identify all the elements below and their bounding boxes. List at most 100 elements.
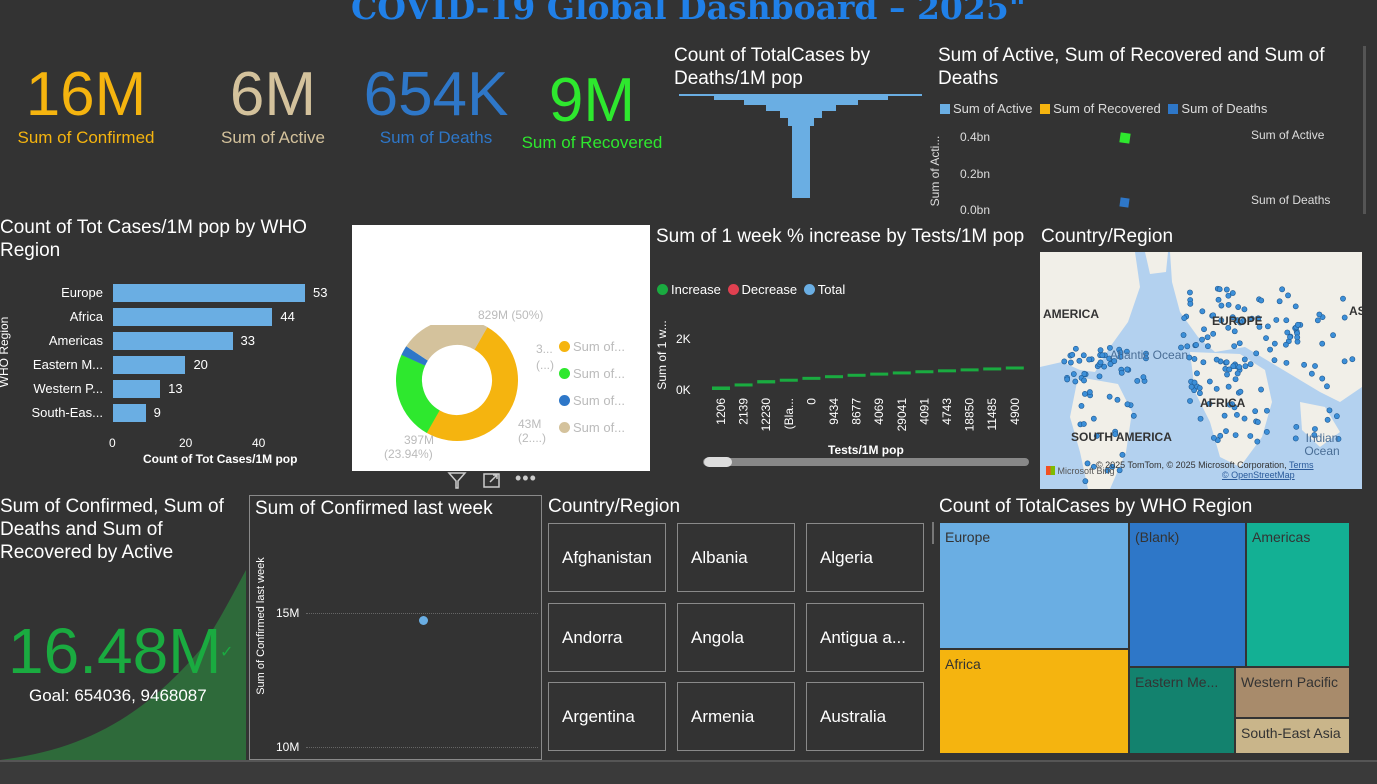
donut-legend[interactable]: Sum of... Sum of... Sum of... Sum of... — [559, 333, 625, 441]
focus-mode-icon[interactable] — [482, 471, 502, 489]
map-bubble[interactable] — [1221, 412, 1228, 419]
map-bubble[interactable] — [1236, 340, 1243, 347]
map-bubble[interactable] — [1236, 364, 1243, 370]
map-bubble[interactable] — [1218, 302, 1225, 309]
map-bubble[interactable] — [1082, 390, 1088, 397]
map-bubble[interactable] — [1234, 411, 1240, 418]
waterfall-bar[interactable] — [712, 386, 730, 390]
map-bubble[interactable] — [1072, 345, 1079, 352]
map-bubble[interactable] — [1199, 308, 1206, 315]
donut-legend-item[interactable]: Sum of... — [559, 387, 625, 414]
map-bubble[interactable] — [1114, 396, 1121, 403]
map-bubble[interactable] — [1211, 435, 1217, 441]
map-bubble[interactable] — [1263, 335, 1269, 342]
bar[interactable] — [113, 380, 161, 398]
map-bubble[interactable] — [1231, 328, 1238, 335]
map-bubble[interactable] — [1124, 366, 1131, 373]
waterfall-bar[interactable] — [734, 383, 753, 387]
line-card[interactable]: Sum of Confirmed last week Sum of Confir… — [249, 495, 542, 760]
map-bubble[interactable] — [1271, 357, 1278, 364]
map-bubble[interactable] — [1341, 314, 1348, 321]
map-bubble[interactable] — [1061, 358, 1068, 365]
map-bubble[interactable] — [1326, 407, 1333, 414]
line-card-point[interactable] — [419, 616, 428, 625]
map-bubble[interactable] — [1072, 378, 1079, 385]
map-bubble[interactable] — [1231, 343, 1238, 350]
map-terms-link[interactable]: Terms — [1289, 460, 1314, 470]
scatter-top-legend[interactable]: Sum of Active Sum of Recovered Sum of De… — [940, 101, 1267, 116]
map-bubble[interactable] — [1292, 435, 1299, 442]
map-bubble[interactable] — [1080, 352, 1087, 359]
map-bubble[interactable] — [1271, 340, 1278, 347]
map-bubble[interactable] — [1097, 347, 1104, 354]
waterfall-legend[interactable]: Increase Decrease Total — [657, 282, 845, 297]
map-bubble[interactable] — [1283, 317, 1290, 324]
map-bubble[interactable] — [1124, 401, 1131, 408]
map-bubble[interactable] — [1279, 286, 1286, 293]
map-bubble[interactable] — [1254, 419, 1261, 425]
map-bubble[interactable] — [1119, 451, 1126, 458]
map-bubble[interactable] — [1287, 334, 1293, 340]
treemap-cell-eastern-med[interactable]: Eastern Me... — [1129, 667, 1235, 754]
slicer-item[interactable]: Argentina — [548, 682, 666, 751]
map-bubble[interactable] — [1106, 393, 1113, 400]
treemap-cell-europe[interactable]: Europe — [939, 522, 1129, 649]
bar[interactable] — [113, 308, 273, 326]
page-scrollbar[interactable] — [0, 760, 1377, 784]
slicer-item[interactable]: Australia — [806, 682, 924, 751]
map-bubble[interactable] — [1267, 346, 1273, 353]
treemap-cell-western-pacific[interactable]: Western Pacific — [1235, 667, 1350, 718]
waterfall-bar[interactable] — [870, 372, 889, 376]
map-bubble[interactable] — [1223, 428, 1229, 435]
map-bubble[interactable] — [1223, 359, 1230, 366]
map-bubble[interactable] — [1130, 412, 1137, 419]
slicer-item[interactable]: Andorra — [548, 603, 666, 672]
map-bubble[interactable] — [1232, 432, 1239, 438]
map-bubble[interactable] — [1316, 311, 1323, 318]
scatter-point[interactable] — [1119, 132, 1131, 144]
map-bubble[interactable] — [1200, 359, 1207, 366]
map-bubble[interactable] — [1341, 358, 1348, 365]
map-bubble[interactable] — [1333, 413, 1340, 420]
filter-icon[interactable] — [447, 470, 467, 490]
map-bubble[interactable] — [1324, 416, 1331, 423]
map-bubble[interactable] — [1349, 356, 1356, 363]
map-bubble[interactable] — [1213, 356, 1220, 363]
map-bubble[interactable] — [1258, 386, 1264, 393]
map-bubble[interactable] — [1191, 356, 1198, 362]
treemap-cell-blank[interactable]: (Blank) — [1129, 522, 1246, 667]
waterfall-bar[interactable] — [847, 373, 866, 377]
map-bubble[interactable] — [1194, 370, 1200, 377]
map-bubble[interactable] — [1324, 383, 1330, 390]
map-bubble[interactable] — [1263, 429, 1270, 435]
map-bubble[interactable] — [1308, 370, 1315, 377]
map-bubble[interactable] — [1241, 356, 1248, 363]
map-bubble[interactable] — [1210, 330, 1217, 337]
bar[interactable] — [113, 284, 305, 302]
map-bubble[interactable] — [1283, 359, 1290, 366]
map-bubble[interactable] — [1242, 363, 1249, 370]
slicer-item[interactable]: Afghanistan — [548, 523, 666, 592]
map-bubble[interactable] — [1205, 343, 1211, 350]
donut-legend-item[interactable]: Sum of... — [559, 360, 625, 387]
map-bubble[interactable] — [1229, 290, 1236, 296]
map-bubble[interactable] — [1191, 379, 1198, 386]
map-bubble[interactable] — [1330, 332, 1336, 339]
waterfall-bar[interactable] — [1005, 366, 1024, 370]
waterfall-bar[interactable] — [802, 376, 821, 380]
map-bubble[interactable] — [1180, 332, 1187, 338]
waterfall-bar[interactable] — [915, 370, 934, 374]
map-bubble[interactable] — [1340, 295, 1346, 302]
donut-legend-item[interactable]: Sum of... — [559, 333, 625, 360]
map-bubble[interactable] — [1070, 371, 1077, 377]
map-bubble[interactable] — [1213, 385, 1220, 392]
map-bubble[interactable] — [1247, 361, 1254, 368]
map-bubble[interactable] — [1225, 301, 1232, 308]
map-bubble[interactable] — [1247, 433, 1254, 439]
map-bubble[interactable] — [1086, 389, 1093, 395]
waterfall-chart[interactable]: 1206 2139 12230 (Bla... 0 9434 8677 4069 29041 40… — [700, 320, 1030, 440]
map-bubble[interactable] — [1096, 373, 1103, 380]
slicer-item[interactable]: Antigua a... — [806, 603, 924, 672]
map-bubble[interactable] — [1090, 415, 1097, 422]
map-bubble[interactable] — [1234, 370, 1241, 377]
